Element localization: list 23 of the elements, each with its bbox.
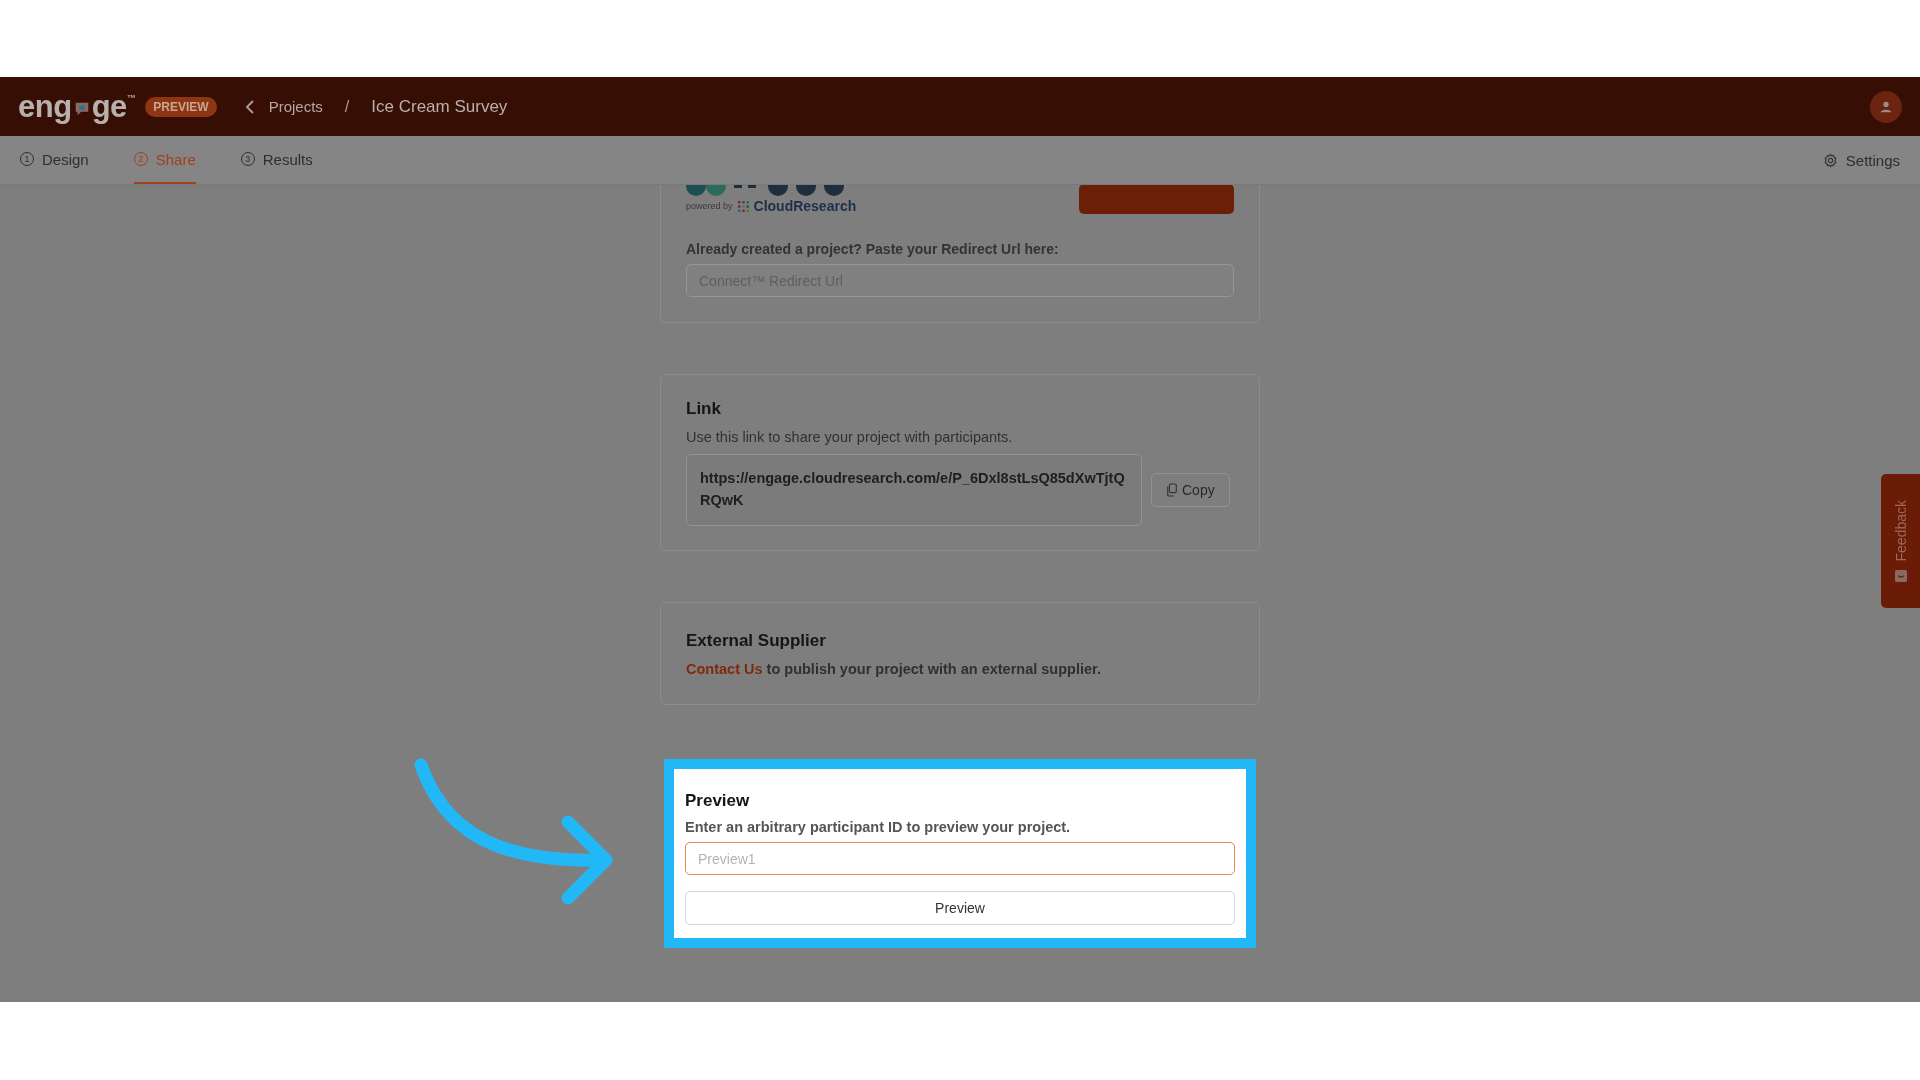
powered-by-label: powered by — [686, 201, 733, 211]
card-title: Preview — [685, 791, 751, 811]
preview-button[interactable]: Preview — [685, 891, 1235, 925]
brand-name: CloudResearch — [753, 198, 857, 214]
tab[interactable]: 1 Design — [20, 136, 89, 184]
share-url-field[interactable]: https://engage.cloudresearch.com/e/P_6Dxl8stLsQ85dXwTjtQRQwK — [686, 454, 1142, 526]
feedback-tab[interactable]: Feedback — [1881, 474, 1920, 608]
participant-id-field[interactable]: Preview1 — [685, 842, 1235, 875]
preview-badge: PREVIEW — [145, 96, 217, 117]
settings-button[interactable]: Settings — [1822, 136, 1900, 184]
project-title: Ice Cream Survey — [371, 96, 508, 117]
field-label: Already created a project? Paste your Redirect Url here: — [686, 241, 1060, 257]
card-description: Contact Us to publish your project with an external supplier. — [686, 661, 1102, 677]
card-title: Link — [686, 399, 722, 419]
tab[interactable]: 3 Results — [240, 136, 313, 184]
copy-button[interactable]: Copy — [1151, 473, 1230, 507]
card-description: Enter an arbitrary participant ID to preview your project. — [685, 819, 1072, 835]
card-description: Use this link to share your project with participants. — [686, 429, 1014, 445]
breadcrumb-link[interactable]: Projects — [268, 98, 323, 115]
breadcrumb-separator: / — [344, 97, 350, 116]
card-title: External Supplier — [686, 631, 827, 651]
contact-us-link[interactable]: Contact Us — [686, 661, 763, 677]
engage-logo[interactable]: eng ge$^{™}$ — [18, 88, 136, 125]
